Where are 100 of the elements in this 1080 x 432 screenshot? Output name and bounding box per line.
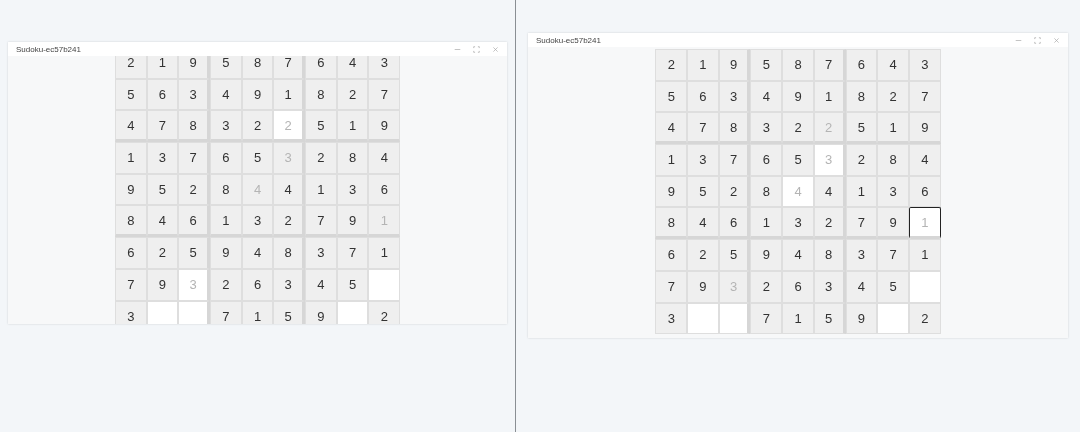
sudoku-cell[interactable]: 4 (687, 207, 719, 240)
sudoku-cell[interactable]: 8 (305, 78, 337, 111)
sudoku-cell[interactable]: 6 (209, 142, 242, 174)
sudoku-cell[interactable]: 7 (178, 142, 210, 174)
sudoku-cell[interactable]: 5 (687, 175, 719, 208)
sudoku-cell[interactable]: 2 (782, 112, 814, 145)
sudoku-cell[interactable]: 5 (305, 110, 337, 143)
sudoku-cell[interactable]: 8 (241, 56, 274, 79)
sudoku-cell[interactable]: 4 (273, 173, 306, 206)
sudoku-cell[interactable]: 1 (782, 302, 814, 335)
sudoku-cell[interactable]: 2 (750, 270, 783, 303)
sudoku-cell[interactable]: 7 (845, 207, 878, 240)
sudoku-cell[interactable]: 4 (368, 142, 401, 174)
sudoku-cell[interactable]: 4 (750, 80, 783, 113)
sudoku-cell[interactable] (687, 302, 719, 335)
sudoku-cell[interactable]: 2 (877, 80, 909, 113)
sudoku-cell[interactable]: 5 (877, 270, 909, 303)
sudoku-cell[interactable]: 9 (782, 80, 814, 113)
sudoku-cell[interactable]: 3 (273, 268, 306, 301)
sudoku-cell[interactable]: 4 (241, 237, 274, 269)
sudoku-cell[interactable]: 1 (336, 110, 369, 143)
sudoku-cell[interactable]: 5 (114, 78, 147, 111)
sudoku-cell[interactable]: 6 (750, 144, 783, 176)
sudoku-cell[interactable]: 3 (209, 110, 242, 143)
sudoku-cell[interactable] (178, 300, 210, 324)
sudoku-cell[interactable]: 7 (336, 237, 369, 269)
sudoku-cell[interactable]: 8 (114, 205, 147, 238)
sudoku-cell[interactable]: 3 (241, 205, 274, 238)
sudoku-cell[interactable]: 9 (114, 173, 147, 206)
sudoku-cell[interactable]: 5 (273, 300, 306, 324)
sudoku-cell[interactable]: 7 (750, 302, 783, 335)
sudoku-cell[interactable]: 7 (655, 270, 688, 303)
sudoku-cell[interactable]: 5 (782, 144, 814, 176)
sudoku-cell[interactable]: 8 (877, 144, 909, 176)
sudoku-cell[interactable]: 6 (718, 207, 751, 240)
sudoku-cell[interactable]: 1 (750, 207, 783, 240)
sudoku-cell[interactable]: 1 (655, 144, 688, 176)
sudoku-cell[interactable]: 2 (178, 173, 210, 206)
sudoku-cell[interactable]: 4 (146, 205, 179, 238)
maximize-icon[interactable] (473, 45, 480, 53)
sudoku-cell[interactable]: 6 (782, 270, 814, 303)
sudoku-cell[interactable]: 2 (146, 237, 179, 269)
sudoku-cell[interactable]: 2 (241, 110, 274, 143)
sudoku-cell[interactable]: 6 (114, 237, 147, 269)
sudoku-cell[interactable]: 8 (718, 112, 751, 145)
sudoku-cell[interactable]: 5 (750, 49, 783, 81)
sudoku-cell[interactable]: 8 (178, 110, 210, 143)
sudoku-cell[interactable] (877, 302, 909, 335)
sudoku-cell[interactable]: 7 (114, 268, 147, 301)
sudoku-cell[interactable]: 2 (687, 239, 719, 271)
sudoku-cell[interactable]: 2 (305, 142, 337, 174)
sudoku-cell[interactable]: 1 (908, 239, 941, 271)
close-icon[interactable] (1053, 36, 1060, 44)
sudoku-cell[interactable]: 8 (336, 142, 369, 174)
sudoku-cell[interactable]: 1 (273, 78, 306, 111)
sudoku-cell[interactable]: 1 (209, 205, 242, 238)
sudoku-cell[interactable]: 3 (178, 78, 210, 111)
sudoku-cell[interactable]: 6 (687, 80, 719, 113)
sudoku-cell[interactable]: 5 (241, 142, 274, 174)
sudoku-cell[interactable]: 1 (368, 237, 401, 269)
sudoku-cell[interactable]: 3 (877, 175, 909, 208)
sudoku-cell[interactable]: 6 (655, 239, 688, 271)
sudoku-cell[interactable]: 4 (655, 112, 688, 145)
sudoku-cell[interactable]: 1 (305, 173, 337, 206)
sudoku-cell[interactable]: 2 (845, 144, 878, 176)
sudoku-cell[interactable]: 1 (146, 56, 179, 79)
sudoku-cell[interactable] (368, 268, 401, 301)
sudoku-cell[interactable]: 7 (305, 205, 337, 238)
sudoku-cell[interactable]: 7 (146, 110, 179, 143)
sudoku-cell[interactable]: 9 (336, 205, 369, 238)
sudoku-cell[interactable]: 6 (845, 49, 878, 81)
sudoku-cell[interactable]: 9 (750, 239, 783, 271)
sudoku-cell[interactable]: 2 (368, 300, 401, 324)
sudoku-cell[interactable]: 9 (368, 110, 401, 143)
sudoku-cell[interactable]: 3 (368, 56, 401, 79)
maximize-icon[interactable] (1034, 36, 1041, 44)
sudoku-cell[interactable]: 9 (877, 207, 909, 240)
sudoku-cell[interactable]: 5 (718, 239, 751, 271)
sudoku-cell[interactable]: 4 (877, 49, 909, 81)
sudoku-cell[interactable]: 8 (813, 239, 846, 271)
sudoku-cell[interactable]: 2 (273, 205, 306, 238)
sudoku-cell[interactable]: 9 (908, 112, 941, 145)
sudoku-cell[interactable]: 7 (718, 144, 751, 176)
sudoku-cell[interactable]: 2 (813, 207, 846, 240)
sudoku-cell[interactable]: 4 (782, 239, 814, 271)
sudoku-cell[interactable]: 4 (305, 268, 337, 301)
sudoku-cell[interactable]: 3 (305, 237, 337, 269)
sudoku-cell[interactable]: 3 (687, 144, 719, 176)
sudoku-cell[interactable]: 3 (655, 302, 688, 335)
sudoku-cell[interactable]: 7 (813, 49, 846, 81)
sudoku-cell[interactable]: 5 (655, 80, 688, 113)
sudoku-cell[interactable]: 7 (877, 239, 909, 271)
close-icon[interactable] (492, 45, 499, 53)
sudoku-cell[interactable]: 3 (845, 239, 878, 271)
sudoku-cell[interactable]: 2 (655, 49, 688, 81)
sudoku-cell[interactable]: 6 (368, 173, 401, 206)
sudoku-cell[interactable]: 8 (750, 175, 783, 208)
sudoku-cell[interactable]: 1 (877, 112, 909, 145)
sudoku-cell[interactable]: 9 (178, 56, 210, 79)
sudoku-cell[interactable]: 8 (782, 49, 814, 81)
